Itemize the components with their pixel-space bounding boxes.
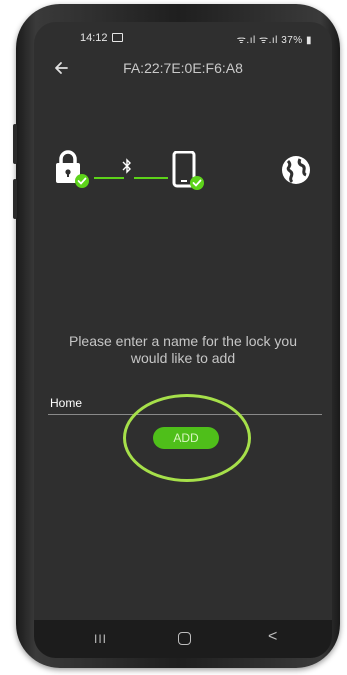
connection-line [134, 177, 168, 179]
phone-icon [172, 151, 204, 190]
status-time: 14:12 [80, 32, 108, 44]
app-screen: 14:12 ᯤ.ıl ᯤ.ıl 37% ▮ FA:22:7E:0E:F6:A8 [34, 22, 332, 658]
status-indicators: ᯤ.ıl ᯤ.ıl 37% ▮ [237, 32, 312, 46]
connection-status [34, 147, 332, 197]
bluetooth-icon [122, 158, 131, 174]
connection-line [94, 177, 124, 179]
app-bar: FA:22:7E:0E:F6:A8 [34, 50, 332, 86]
recent-apps-button[interactable]: III [94, 632, 107, 646]
check-icon [75, 174, 89, 188]
globe-icon [282, 156, 310, 184]
navigation-bar: III < [34, 620, 332, 658]
page-title: FA:22:7E:0E:F6:A8 [123, 60, 243, 76]
nav-back-button[interactable]: < [268, 628, 277, 646]
lock-icon [56, 150, 89, 188]
volume-button [13, 124, 17, 164]
image-notification-icon [112, 33, 123, 42]
check-icon [190, 176, 204, 190]
battery-level: 37% [281, 35, 303, 46]
status-bar: 14:12 ᯤ.ıl ᯤ.ıl 37% ▮ [34, 22, 332, 50]
battery-icon: ▮ [305, 35, 312, 46]
prompt-text: Please enter a name for the lock you wou… [68, 333, 298, 366]
power-button [13, 179, 17, 219]
add-button[interactable]: ADD [153, 427, 219, 449]
signal-icons: ᯤ.ıl ᯤ.ıl [236, 35, 278, 46]
home-button[interactable] [178, 632, 191, 645]
